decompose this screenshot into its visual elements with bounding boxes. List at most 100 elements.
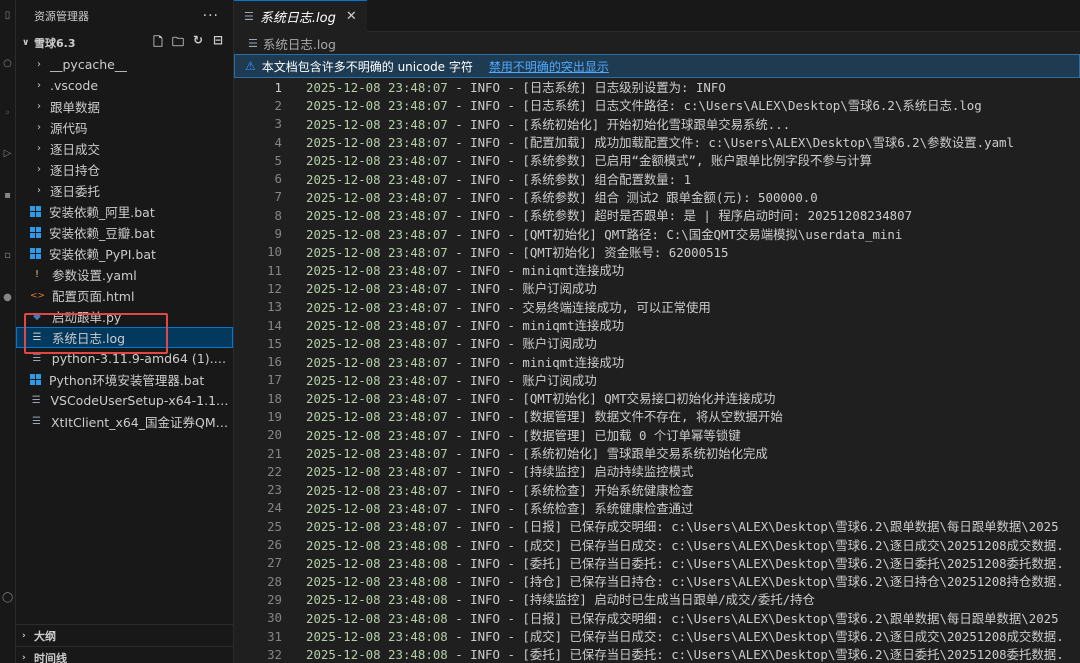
tree-file[interactable]: ☰ 系统日志.log	[16, 327, 233, 348]
log-text: 2025-12-08 23:48:07 - INFO - [数据管理] 已加载 …	[306, 427, 741, 443]
code-view[interactable]: 1 2025-12-08 23:48:07 - INFO - [日志系统] 日志级…	[234, 78, 1080, 663]
explorer-title: 资源管理器	[34, 10, 89, 23]
exe-file-icon: ☰	[31, 416, 41, 427]
code-line: 32 2025-12-08 23:48:08 - INFO - [委托] 已保存当…	[234, 645, 1080, 663]
line-number: 29	[267, 591, 282, 607]
tree-file[interactable]: <> 配置页面.html	[16, 285, 233, 306]
tree-file[interactable]: 安装依赖_豆瓣.bat	[16, 222, 233, 243]
refresh-icon[interactable]: ↻	[191, 33, 205, 54]
line-number: 10	[267, 244, 282, 260]
tree-file[interactable]: 安装依赖_PyPI.bat	[16, 243, 233, 264]
log-message: [系统参数] 超时是否跟单: 是 | 程序启动时间: 2025120823480…	[522, 208, 913, 224]
breadcrumb[interactable]: ☰ 系统日志.log	[234, 32, 1080, 54]
extensions-icon[interactable]: ▪	[2, 190, 13, 201]
log-text: 2025-12-08 23:48:08 - INFO - [成交] 已保存当日成…	[306, 537, 1064, 553]
disable-highlight-link[interactable]: 禁用不明确的突出显示	[489, 58, 609, 75]
testing-icon[interactable]: ●	[2, 292, 13, 303]
log-message: [系统参数] 组合 测试2 跟单金额(元): 500000.0	[522, 189, 818, 205]
line-number: 4	[274, 134, 282, 150]
tree-folder[interactable]: › .vscode	[16, 75, 233, 96]
log-level: INFO	[470, 98, 500, 114]
log-message: [系统初始化] 开始初始化雪球跟单交易系统...	[522, 116, 791, 132]
log-text: 2025-12-08 23:48:07 - INFO - miniqmt连接成功	[306, 318, 625, 333]
tree-folder[interactable]: › 逐日成交	[16, 138, 233, 159]
log-text: 2025-12-08 23:48:07 - INFO - miniqmt连接成功	[306, 263, 625, 279]
log-text: 2025-12-08 23:48:07 - INFO - [系统检查] 系统健康…	[306, 500, 694, 516]
close-icon[interactable]: ✕	[346, 9, 357, 24]
log-message: miniqmt连接成功	[522, 354, 625, 370]
tree-item-label: Python环境安装管理器.bat	[49, 373, 205, 388]
log-level: INFO	[470, 226, 500, 242]
log-level: INFO	[470, 318, 500, 333]
log-timestamp: 2025-12-08 23:48:08	[306, 629, 448, 645]
code-line: 6 2025-12-08 23:48:07 - INFO - [系统参数] 组合配…	[234, 169, 1080, 187]
log-message: [系统参数] 已启用“金额模式”, 账户跟单比例字段不参与计算	[522, 153, 872, 169]
timeline-section[interactable]: › 时间线	[16, 646, 233, 663]
tree-folder[interactable]: › 跟单数据	[16, 96, 233, 117]
chevron-right-icon: ›	[37, 80, 41, 91]
more-actions-icon[interactable]: ···	[203, 8, 219, 24]
log-message: [委托] 已保存当日委托: c:\Users\ALEX\Desktop\雪球6.…	[522, 555, 1064, 571]
tree-folder[interactable]: › 源代码	[16, 117, 233, 138]
log-timestamp: 2025-12-08 23:48:07	[306, 98, 448, 114]
tree-file[interactable]: ☰ python-3.11.9-amd64 (1).exe	[16, 348, 233, 369]
line-number: 12	[267, 280, 282, 296]
outline-section[interactable]: › 大纲	[16, 624, 233, 646]
tree-item-label: 安装依赖_豆瓣.bat	[49, 226, 155, 241]
log-level: INFO	[470, 244, 500, 260]
chevron-down-icon: ∨	[22, 38, 30, 48]
tree-file[interactable]: 安装依赖_阿里.bat	[16, 201, 233, 222]
files-icon[interactable]: ▯	[2, 10, 13, 21]
log-timestamp: 2025-12-08 23:48:07	[306, 500, 448, 516]
log-message: [持续监控] 启动持续监控模式	[522, 464, 694, 480]
log-timestamp: 2025-12-08 23:48:07	[306, 372, 448, 388]
tree-file[interactable]: ◆ 启动跟单.py	[16, 306, 233, 327]
code-line: 20 2025-12-08 23:48:07 - INFO - [数据管理] 已加…	[234, 426, 1080, 444]
tree-file[interactable]: ! 参数设置.yaml	[16, 264, 233, 285]
code-line: 14 2025-12-08 23:48:07 - INFO - miniqmt连接…	[234, 316, 1080, 334]
log-timestamp: 2025-12-08 23:48:07	[306, 336, 448, 352]
tree-item-label: python-3.11.9-amd64 (1).exe	[51, 351, 233, 366]
log-text: 2025-12-08 23:48:07 - INFO - [系统参数] 组合配置…	[306, 171, 692, 187]
log-text: 2025-12-08 23:48:07 - INFO - 账户订阅成功	[306, 281, 597, 297]
log-timestamp: 2025-12-08 23:48:08	[306, 610, 448, 626]
tree-item-label: 参数设置.yaml	[52, 268, 137, 283]
tree-file[interactable]: ☰ XtItClient_x64_国金证券QMT模...	[16, 411, 233, 432]
tree-file[interactable]: Python环境安装管理器.bat	[16, 369, 233, 390]
log-timestamp: 2025-12-08 23:48:07	[306, 464, 448, 480]
source-control-icon[interactable]: ◦	[2, 108, 13, 119]
workspace-folder[interactable]: ∨ 雪球6.3 🗋 🗀 ↻ ⊟	[16, 32, 233, 54]
log-message: [QMT初始化] QMT交易接口初始化并连接成功	[522, 391, 776, 407]
python-file-icon: ◆	[33, 311, 41, 322]
log-level: INFO	[470, 135, 500, 151]
tree-folder[interactable]: › 逐日委托	[16, 180, 233, 201]
tree-item-label: XtItClient_x64_国金证券QMT模...	[50, 415, 233, 430]
tree-item-label: 源代码	[50, 121, 88, 136]
code-line: 30 2025-12-08 23:48:08 - INFO - [日报] 已保存成…	[234, 609, 1080, 627]
tree-folder[interactable]: › 逐日持仓	[16, 159, 233, 180]
run-debug-icon[interactable]: ▷	[2, 148, 13, 159]
code-line: 9 2025-12-08 23:48:07 - INFO - [QMT初始化] Q…	[234, 224, 1080, 242]
new-folder-icon[interactable]: 🗀	[171, 33, 185, 54]
log-message: 交易终端连接成功, 可以正常使用	[522, 299, 711, 315]
line-number: 28	[267, 573, 282, 589]
log-timestamp: 2025-12-08 23:48:07	[306, 116, 448, 132]
collapse-all-icon[interactable]: ⊟	[211, 33, 225, 54]
search-icon[interactable]: ○	[2, 58, 13, 69]
log-timestamp: 2025-12-08 23:48:07	[306, 153, 448, 169]
log-message: [日报] 已保存成交明细: c:\Users\ALEX\Desktop\雪球6.…	[522, 519, 1059, 535]
code-line: 12 2025-12-08 23:48:07 - INFO - 账户订阅成功	[234, 279, 1080, 297]
tree-folder[interactable]: › __pycache__	[16, 54, 233, 75]
log-text: 2025-12-08 23:48:07 - INFO - [系统参数] 已启用“…	[306, 153, 872, 169]
warning-icon: ⚠	[245, 59, 256, 73]
code-line: 10 2025-12-08 23:48:07 - INFO - [QMT初始化] …	[234, 243, 1080, 261]
breadcrumb-file[interactable]: 系统日志.log	[263, 34, 336, 53]
account-icon[interactable]: ◯	[2, 592, 13, 603]
log-level: INFO	[470, 263, 500, 279]
new-file-icon[interactable]: 🗋	[151, 33, 165, 54]
tree-file[interactable]: ☰ VSCodeUserSetup-x64-1.106.3...	[16, 390, 233, 411]
remote-icon[interactable]: ▫	[2, 250, 13, 261]
yaml-file-icon: !	[34, 269, 39, 280]
log-text: 2025-12-08 23:48:07 - INFO - [系统参数] 超时是否…	[306, 208, 913, 224]
tab-system-log[interactable]: ☰ 系统日志.log ✕	[234, 0, 367, 32]
